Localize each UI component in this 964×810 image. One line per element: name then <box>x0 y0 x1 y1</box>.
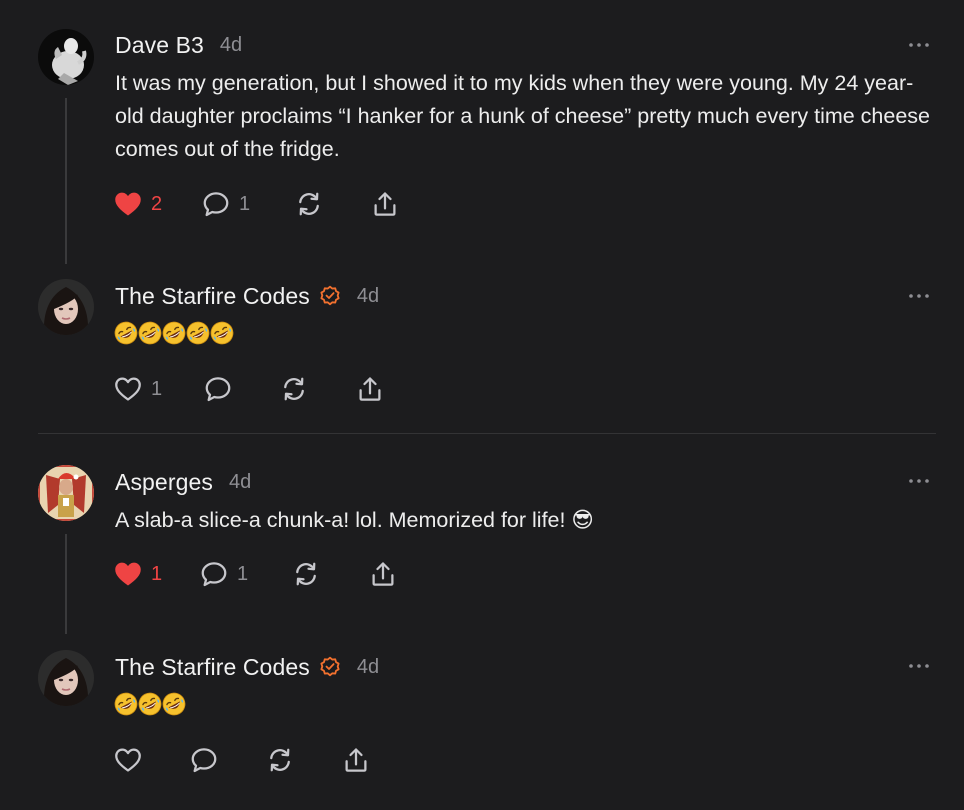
restack-button[interactable] <box>265 745 295 775</box>
heart-icon <box>113 189 143 219</box>
more-options-icon[interactable] <box>908 41 930 49</box>
restack-icon <box>294 189 324 219</box>
author-name[interactable]: The Starfire Codes <box>115 654 310 681</box>
share-button[interactable] <box>370 189 400 219</box>
comment-header: The Starfire Codes 4d <box>115 653 379 681</box>
rolling-laughing-emoji <box>138 321 162 345</box>
timestamp[interactable]: 4d <box>220 34 242 57</box>
timestamp[interactable]: 4d <box>357 656 379 679</box>
verified-badge-icon <box>319 285 341 307</box>
comment-text: It was my generation, but I showed it to… <box>115 71 931 161</box>
heart-icon <box>113 559 143 589</box>
rolling-laughing-emoji <box>210 321 234 345</box>
reply-count: 1 <box>239 192 251 215</box>
restack-button[interactable] <box>279 374 309 404</box>
rolling-laughing-emoji <box>162 692 186 716</box>
timestamp[interactable]: 4d <box>357 285 379 308</box>
like-button[interactable]: 1 <box>113 374 162 404</box>
more-options-icon[interactable] <box>908 477 930 485</box>
comment-text-content: A slab-a slice-a chunk-a! lol. Memorized… <box>115 508 594 532</box>
rolling-laughing-emoji <box>138 692 162 716</box>
reply-count: 1 <box>237 562 249 585</box>
heart-icon <box>113 745 143 775</box>
comment-header: Asperges 4d <box>115 468 251 496</box>
restack-icon <box>265 745 295 775</box>
restack-icon <box>291 559 321 589</box>
comment-bubble-icon <box>199 559 229 589</box>
author-name[interactable]: Dave B3 <box>115 32 204 59</box>
comment-bubble-icon <box>203 374 233 404</box>
author-name[interactable]: The Starfire Codes <box>115 283 310 310</box>
avatar[interactable] <box>38 465 94 521</box>
share-icon <box>341 745 371 775</box>
more-options-icon[interactable] <box>908 662 930 670</box>
rolling-laughing-emoji <box>114 692 138 716</box>
reply-button[interactable]: 1 <box>199 559 248 589</box>
emoji-reaction-text <box>114 692 186 716</box>
reply-button[interactable] <box>203 374 233 404</box>
comment-header: The Starfire Codes 4d <box>115 282 379 310</box>
share-icon <box>368 559 398 589</box>
like-count: 2 <box>151 192 163 215</box>
restack-button[interactable] <box>291 559 321 589</box>
avatar[interactable] <box>38 279 94 335</box>
share-icon <box>370 189 400 219</box>
rolling-laughing-emoji <box>186 321 210 345</box>
timestamp[interactable]: 4d <box>229 471 251 494</box>
comment-header: Dave B3 4d <box>115 31 242 59</box>
verified-badge-icon <box>319 656 341 678</box>
reply-button[interactable]: 1 <box>201 189 250 219</box>
author-name[interactable]: Asperges <box>115 469 213 496</box>
restack-icon <box>279 374 309 404</box>
rolling-laughing-emoji <box>162 321 186 345</box>
reply-button[interactable] <box>189 745 219 775</box>
avatar[interactable] <box>38 29 94 85</box>
share-icon <box>355 374 385 404</box>
like-button[interactable]: 1 <box>113 559 162 589</box>
share-button[interactable] <box>341 745 371 775</box>
restack-button[interactable] <box>294 189 324 219</box>
more-options-icon[interactable] <box>908 292 930 300</box>
avatar[interactable] <box>38 650 94 706</box>
like-button[interactable] <box>113 745 143 775</box>
comment-bubble-icon <box>201 189 231 219</box>
emoji-reaction-text <box>114 321 234 345</box>
like-count: 1 <box>151 377 163 400</box>
like-button[interactable]: 2 <box>113 189 162 219</box>
like-count: 1 <box>151 562 163 585</box>
thread-line <box>65 534 67 634</box>
share-button[interactable] <box>368 559 398 589</box>
heart-icon <box>113 374 143 404</box>
share-button[interactable] <box>355 374 385 404</box>
rolling-laughing-emoji <box>114 321 138 345</box>
thread-line <box>65 98 67 264</box>
comment-bubble-icon <box>189 745 219 775</box>
thread-divider <box>38 433 936 434</box>
comment-text: A slab-a slice-a chunk-a! lol. Memorized… <box>115 504 935 537</box>
